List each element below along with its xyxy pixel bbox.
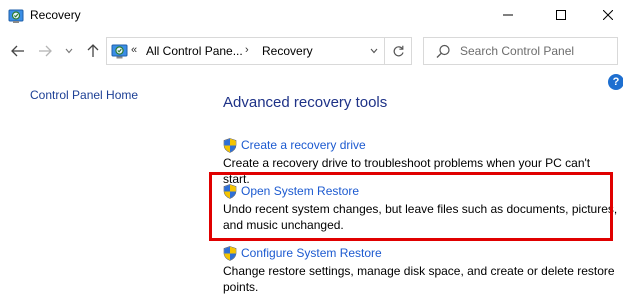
uac-shield-icon	[223, 245, 237, 261]
up-button[interactable]	[83, 40, 103, 62]
refresh-icon	[393, 45, 404, 56]
control-panel-icon	[111, 43, 128, 60]
window-title: Recovery	[30, 8, 81, 22]
recent-locations-button[interactable]	[59, 40, 79, 62]
search-input[interactable]	[460, 42, 610, 60]
title-bar: Recovery	[0, 0, 623, 30]
arrow-left-icon	[11, 45, 24, 57]
chevron-down-icon	[370, 48, 378, 54]
recovery-app-icon	[8, 8, 24, 24]
forward-button[interactable]	[35, 40, 55, 62]
configure-system-restore-link[interactable]: Configure System Restore	[241, 246, 382, 260]
back-button[interactable]	[8, 40, 28, 62]
address-history-dropdown[interactable]	[366, 38, 382, 64]
maximize-button[interactable]	[538, 0, 584, 30]
sidebar-item-control-panel-home[interactable]: Control Panel Home	[30, 88, 138, 102]
search-icon	[436, 44, 451, 59]
maximize-icon	[556, 10, 566, 20]
navigation-bar: « All Control Pane... › Recovery	[0, 34, 623, 68]
close-icon	[603, 10, 613, 20]
breadcrumb-separator[interactable]: ›	[245, 44, 249, 56]
arrow-right-icon	[39, 45, 52, 57]
breadcrumb-all-control-panel[interactable]: All Control Pane...	[146, 44, 243, 58]
minimize-icon	[503, 14, 513, 16]
breadcrumb-overflow[interactable]: «	[131, 44, 137, 56]
chevron-down-icon	[65, 48, 73, 54]
address-bar[interactable]: « All Control Pane... › Recovery	[106, 37, 412, 65]
create-recovery-drive-link[interactable]: Create a recovery drive	[241, 138, 366, 152]
help-button[interactable]: ?	[608, 74, 623, 90]
close-button[interactable]	[585, 0, 623, 30]
minimize-button[interactable]	[485, 0, 531, 30]
search-box[interactable]	[423, 37, 618, 65]
breadcrumb-recovery[interactable]: Recovery	[262, 44, 313, 58]
uac-shield-icon	[223, 137, 237, 153]
arrow-up-icon	[87, 44, 99, 57]
page-title: Advanced recovery tools	[223, 94, 388, 111]
refresh-button[interactable]	[384, 38, 411, 64]
configure-system-restore-description: Change restore settings, manage disk spa…	[223, 264, 615, 294]
highlight-annotation	[209, 172, 613, 241]
task-configure-system-restore: Configure System Restore Change restore …	[223, 245, 618, 295]
